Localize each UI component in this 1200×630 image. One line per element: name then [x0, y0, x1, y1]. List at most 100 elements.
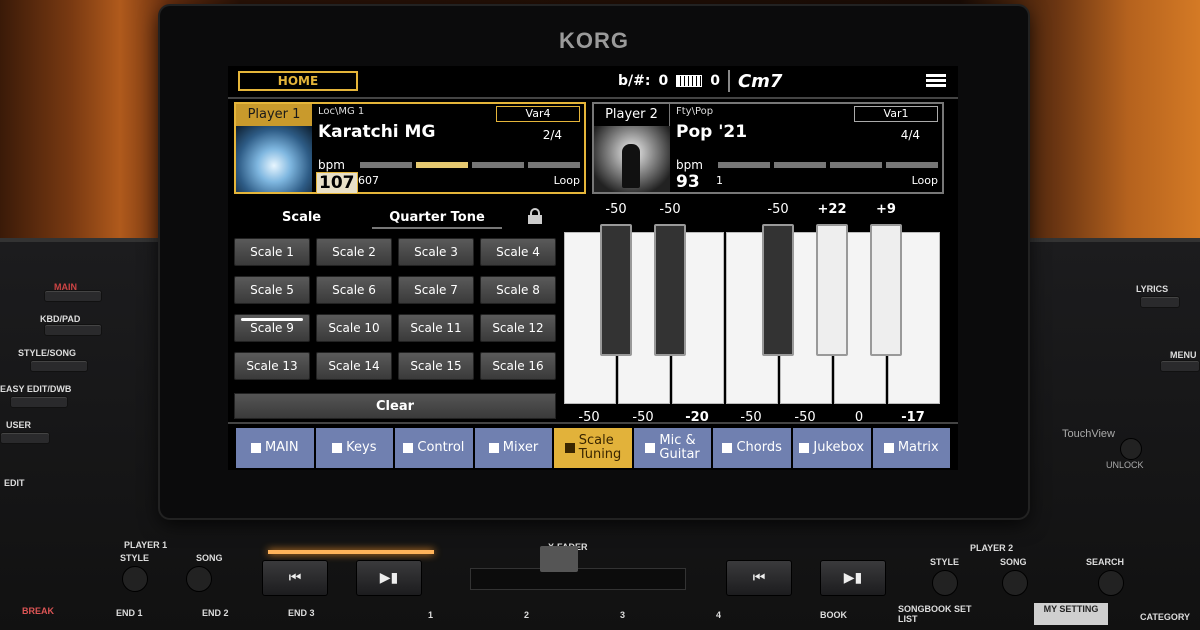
tab-scale-tuning[interactable]: Scale Tuning [554, 428, 632, 468]
black-key[interactable] [654, 224, 686, 356]
bottom-tab-bar: MAIN Keys Control Mixer Scale Tuning Mic & Gu… [236, 428, 951, 468]
black-key[interactable] [762, 224, 794, 356]
scale-button[interactable]: Scale 16 [480, 352, 556, 380]
unlock-knob[interactable] [1120, 438, 1142, 460]
black-key-tuning-value: -50 [605, 202, 627, 217]
tab-scale[interactable]: Scale [282, 210, 321, 225]
tab-quarter-tone[interactable]: Quarter Tone [372, 210, 502, 229]
style-song-button[interactable] [30, 360, 88, 372]
player-2-bpm-label: bpm [676, 158, 703, 172]
scale-button[interactable]: Scale 13 [234, 352, 310, 380]
scale-button[interactable]: Scale 15 [398, 352, 474, 380]
player-1-count: 2/4 [542, 128, 562, 142]
tab-label: Matrix [897, 440, 939, 455]
lyrics-label: LYRICS [1136, 284, 1169, 294]
player-2-path: Fty\Pop [676, 106, 714, 117]
player-2-song-hw-label: SONG [1000, 557, 1027, 567]
break-label: BREAK [22, 606, 55, 616]
player-2-style-hw-label: STYLE [930, 557, 960, 567]
keyboard-icon [676, 75, 703, 87]
progress-segment [830, 162, 882, 168]
player-1-progress [360, 162, 580, 168]
tab-keys[interactable]: Keys [315, 428, 394, 468]
end-3-label: END 3 [288, 608, 315, 618]
player-2-panel[interactable]: Player 2 Fty\Pop Var1 Pop '21 4/4 bpm 93… [592, 102, 944, 194]
black-key[interactable] [600, 224, 632, 356]
tab-jukebox[interactable]: Jukebox [792, 428, 871, 468]
tab-main[interactable]: MAIN [236, 428, 314, 468]
player-2-play-button[interactable]: ▶▮ [820, 560, 886, 596]
scale-button[interactable]: Scale 7 [398, 276, 474, 304]
scale-button[interactable]: Scale 11 [398, 314, 474, 342]
menu-hw-label: MENU [1170, 350, 1197, 360]
scale-button[interactable]: Scale 4 [480, 238, 556, 266]
tab-icon [488, 443, 499, 453]
lock-icon[interactable] [528, 208, 542, 224]
style-song-label: STYLE/SONG [18, 348, 77, 358]
scale-button[interactable]: Scale 10 [316, 314, 392, 342]
tab-chords[interactable]: Chords [713, 428, 791, 468]
black-key-tuning-value: -50 [659, 202, 681, 217]
tab-icon [722, 443, 733, 453]
pad-2-label: 2 [524, 610, 530, 620]
tab-icon [883, 443, 894, 453]
scale-button-grid: Scale 1 Scale 2 Scale 3 Scale 4 Scale 5 Scale… [234, 238, 556, 380]
search-button[interactable] [1098, 570, 1124, 596]
clear-button[interactable]: Clear [234, 393, 556, 419]
player-1-style-name: Karatchi MG [318, 122, 436, 142]
player-1-style-button[interactable] [122, 566, 148, 592]
scale-button[interactable]: Scale 3 [398, 238, 474, 266]
tab-mic-guitar[interactable]: Mic & Guitar [633, 428, 712, 468]
player-1-bpm-label: bpm [318, 158, 345, 172]
scale-button[interactable]: Scale 9 [234, 314, 310, 342]
player-1-panel[interactable]: Player 1 Loc\MG 1 Var4 Karatchi MG 2/4 b… [234, 102, 586, 194]
player-2-song-button[interactable] [1002, 570, 1028, 596]
tab-mixer[interactable]: Mixer [474, 428, 553, 468]
player-1-play-button[interactable]: ▶▮ [356, 560, 422, 596]
player-2-variation[interactable]: Var1 [854, 106, 938, 122]
pad-4-label: 4 [716, 610, 722, 620]
edit-label: EDIT [4, 478, 25, 488]
player-2-label: Player 2 [594, 104, 670, 126]
easy-edit-label: EASY EDIT/DWB [0, 384, 72, 394]
scale-button[interactable]: Scale 8 [480, 276, 556, 304]
tab-icon [799, 443, 810, 453]
xfader-knob[interactable] [540, 546, 578, 572]
kbd-pad-button[interactable] [44, 324, 102, 336]
scale-button[interactable]: Scale 5 [234, 276, 310, 304]
divider [727, 70, 730, 92]
tab-label: Scale Tuning [578, 433, 622, 462]
player-1-mode: Loop [553, 174, 580, 187]
tab-label: Keys [346, 440, 377, 455]
scale-button[interactable]: Scale 2 [316, 238, 392, 266]
end-2-label: END 2 [202, 608, 229, 618]
scale-button[interactable]: Scale 1 [234, 238, 310, 266]
black-key[interactable] [816, 224, 848, 356]
menu-icon[interactable] [926, 74, 946, 88]
player-1-bpm[interactable]: 107 [316, 172, 358, 194]
player-2-start-button[interactable]: ⏮ [726, 560, 792, 596]
scale-button[interactable]: Scale 12 [480, 314, 556, 342]
topbar-status: b/#: 0 0 Cm7 [618, 70, 782, 92]
scale-button[interactable]: Scale 14 [316, 352, 392, 380]
lyrics-button[interactable] [1140, 296, 1180, 308]
player-2-style-button[interactable] [932, 570, 958, 596]
tab-control[interactable]: Control [395, 428, 473, 468]
tab-matrix[interactable]: Matrix [872, 428, 951, 468]
tab-icon [564, 443, 575, 453]
player-2-bpm[interactable]: 93 [674, 172, 702, 192]
player-1-song-button[interactable] [186, 566, 212, 592]
home-button[interactable]: HOME [238, 71, 358, 91]
scale-button[interactable]: Scale 6 [316, 276, 392, 304]
player-1-start-button[interactable]: ⏮ [262, 560, 328, 596]
user-button[interactable] [0, 432, 50, 444]
black-key-tuning-value: +9 [876, 202, 896, 217]
easy-edit-button[interactable] [10, 396, 68, 408]
tab-icon [332, 443, 343, 453]
my-setting-button[interactable]: MY SETTING [1034, 603, 1108, 625]
black-key[interactable] [870, 224, 902, 356]
tab-label: Mixer [502, 440, 539, 455]
menu-hw-button[interactable] [1160, 360, 1200, 372]
player-2-progress [718, 162, 938, 168]
player-1-variation[interactable]: Var4 [496, 106, 580, 122]
